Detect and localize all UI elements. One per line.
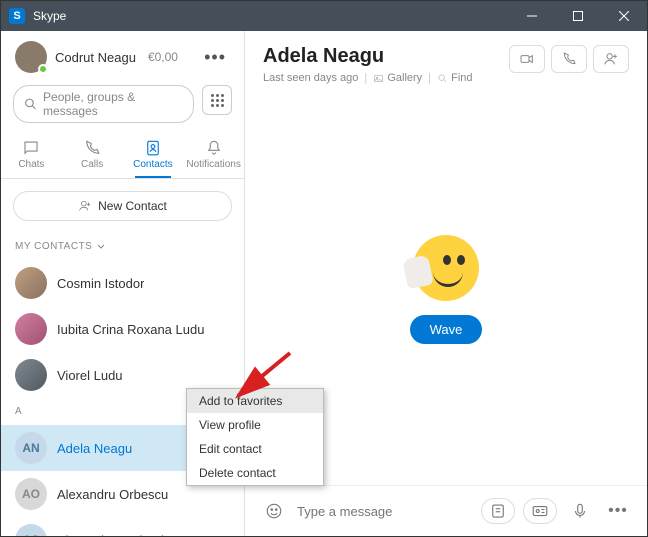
contact-item[interactable]: Iubita Crina Roxana Ludu xyxy=(1,306,244,352)
contact-name: Adela Neagu xyxy=(57,441,132,456)
contact-avatar xyxy=(15,359,47,391)
dialpad-button[interactable] xyxy=(202,85,232,115)
emoji-picker-button[interactable] xyxy=(259,496,289,526)
new-contact-button[interactable]: New Contact xyxy=(13,191,232,221)
menu-edit-contact[interactable]: Edit contact xyxy=(187,437,323,461)
message-input[interactable] xyxy=(297,504,473,519)
wave-button[interactable]: Wave xyxy=(410,315,483,344)
find-link[interactable]: Find xyxy=(437,72,472,84)
card-icon xyxy=(531,502,549,520)
dialpad-icon xyxy=(211,94,224,107)
chat-icon xyxy=(22,139,40,157)
contacts-icon xyxy=(144,139,162,157)
phone-icon xyxy=(561,51,577,67)
profile-balance[interactable]: €0,00 xyxy=(148,50,178,64)
close-button[interactable] xyxy=(601,1,647,31)
contact-name: Cosmin Istodor xyxy=(57,276,144,291)
contact-name: Alexandru Sorin Zbarcea xyxy=(57,533,201,537)
bell-icon xyxy=(205,139,223,157)
menu-add-favorites[interactable]: Add to favorites xyxy=(187,389,323,413)
video-call-button[interactable] xyxy=(509,45,545,73)
menu-delete-contact[interactable]: Delete contact xyxy=(187,461,323,485)
last-seen-text: Last seen days ago xyxy=(263,72,358,84)
contact-name: Viorel Ludu xyxy=(57,368,123,383)
search-placeholder: People, groups & messages xyxy=(43,90,183,118)
contact-card-button[interactable] xyxy=(523,498,557,524)
mic-icon xyxy=(571,502,589,520)
presence-indicator xyxy=(38,64,48,74)
more-menu-button[interactable]: ••• xyxy=(200,43,230,72)
window-title: Skype xyxy=(33,9,509,23)
gallery-icon xyxy=(373,73,384,84)
audio-call-button[interactable] xyxy=(551,45,587,73)
attach-icon xyxy=(489,502,507,520)
context-menu: Add to favorites View profile Edit conta… xyxy=(186,388,324,486)
tab-chats[interactable]: Chats xyxy=(1,135,62,178)
attach-file-button[interactable] xyxy=(481,498,515,524)
add-participant-button[interactable] xyxy=(593,45,629,73)
tab-calls[interactable]: Calls xyxy=(62,135,123,178)
skype-app-icon: S xyxy=(9,8,25,24)
search-icon xyxy=(437,73,448,84)
contact-name: Alexandru Orbescu xyxy=(57,487,168,502)
video-icon xyxy=(519,51,535,67)
contact-item[interactable]: Cosmin Istodor xyxy=(1,260,244,306)
chevron-down-icon xyxy=(96,242,106,252)
smiley-icon xyxy=(265,502,283,520)
menu-view-profile[interactable]: View profile xyxy=(187,413,323,437)
contact-avatar xyxy=(15,313,47,345)
section-my-contacts[interactable]: MY CONTACTS xyxy=(1,233,244,260)
tab-contacts[interactable]: Contacts xyxy=(123,135,184,178)
contact-avatar-initials: AS xyxy=(15,524,47,536)
tab-notifications[interactable]: Notifications xyxy=(183,135,244,178)
maximize-button[interactable] xyxy=(555,1,601,31)
search-icon xyxy=(24,97,37,111)
contact-avatar-initials: AN xyxy=(15,432,47,464)
more-actions-button[interactable]: ••• xyxy=(603,496,633,526)
profile-name[interactable]: Codrut Neagu xyxy=(55,50,136,65)
voice-message-button[interactable] xyxy=(565,496,595,526)
contact-avatar-initials: AO xyxy=(15,478,47,510)
phone-icon xyxy=(83,139,101,157)
chat-title[interactable]: Adela Neagu xyxy=(263,45,509,68)
gallery-link[interactable]: Gallery xyxy=(373,72,422,84)
contact-avatar xyxy=(15,267,47,299)
add-contact-icon xyxy=(78,199,92,213)
add-user-icon xyxy=(603,51,619,67)
contact-name: Iubita Crina Roxana Ludu xyxy=(57,322,204,337)
contact-item[interactable]: AS Alexandru Sorin Zbarcea xyxy=(1,517,244,536)
search-input[interactable]: People, groups & messages xyxy=(13,85,194,123)
minimize-button[interactable] xyxy=(509,1,555,31)
wave-emoji xyxy=(413,235,479,301)
profile-avatar[interactable] xyxy=(15,41,47,73)
window-titlebar: S Skype xyxy=(1,1,647,31)
